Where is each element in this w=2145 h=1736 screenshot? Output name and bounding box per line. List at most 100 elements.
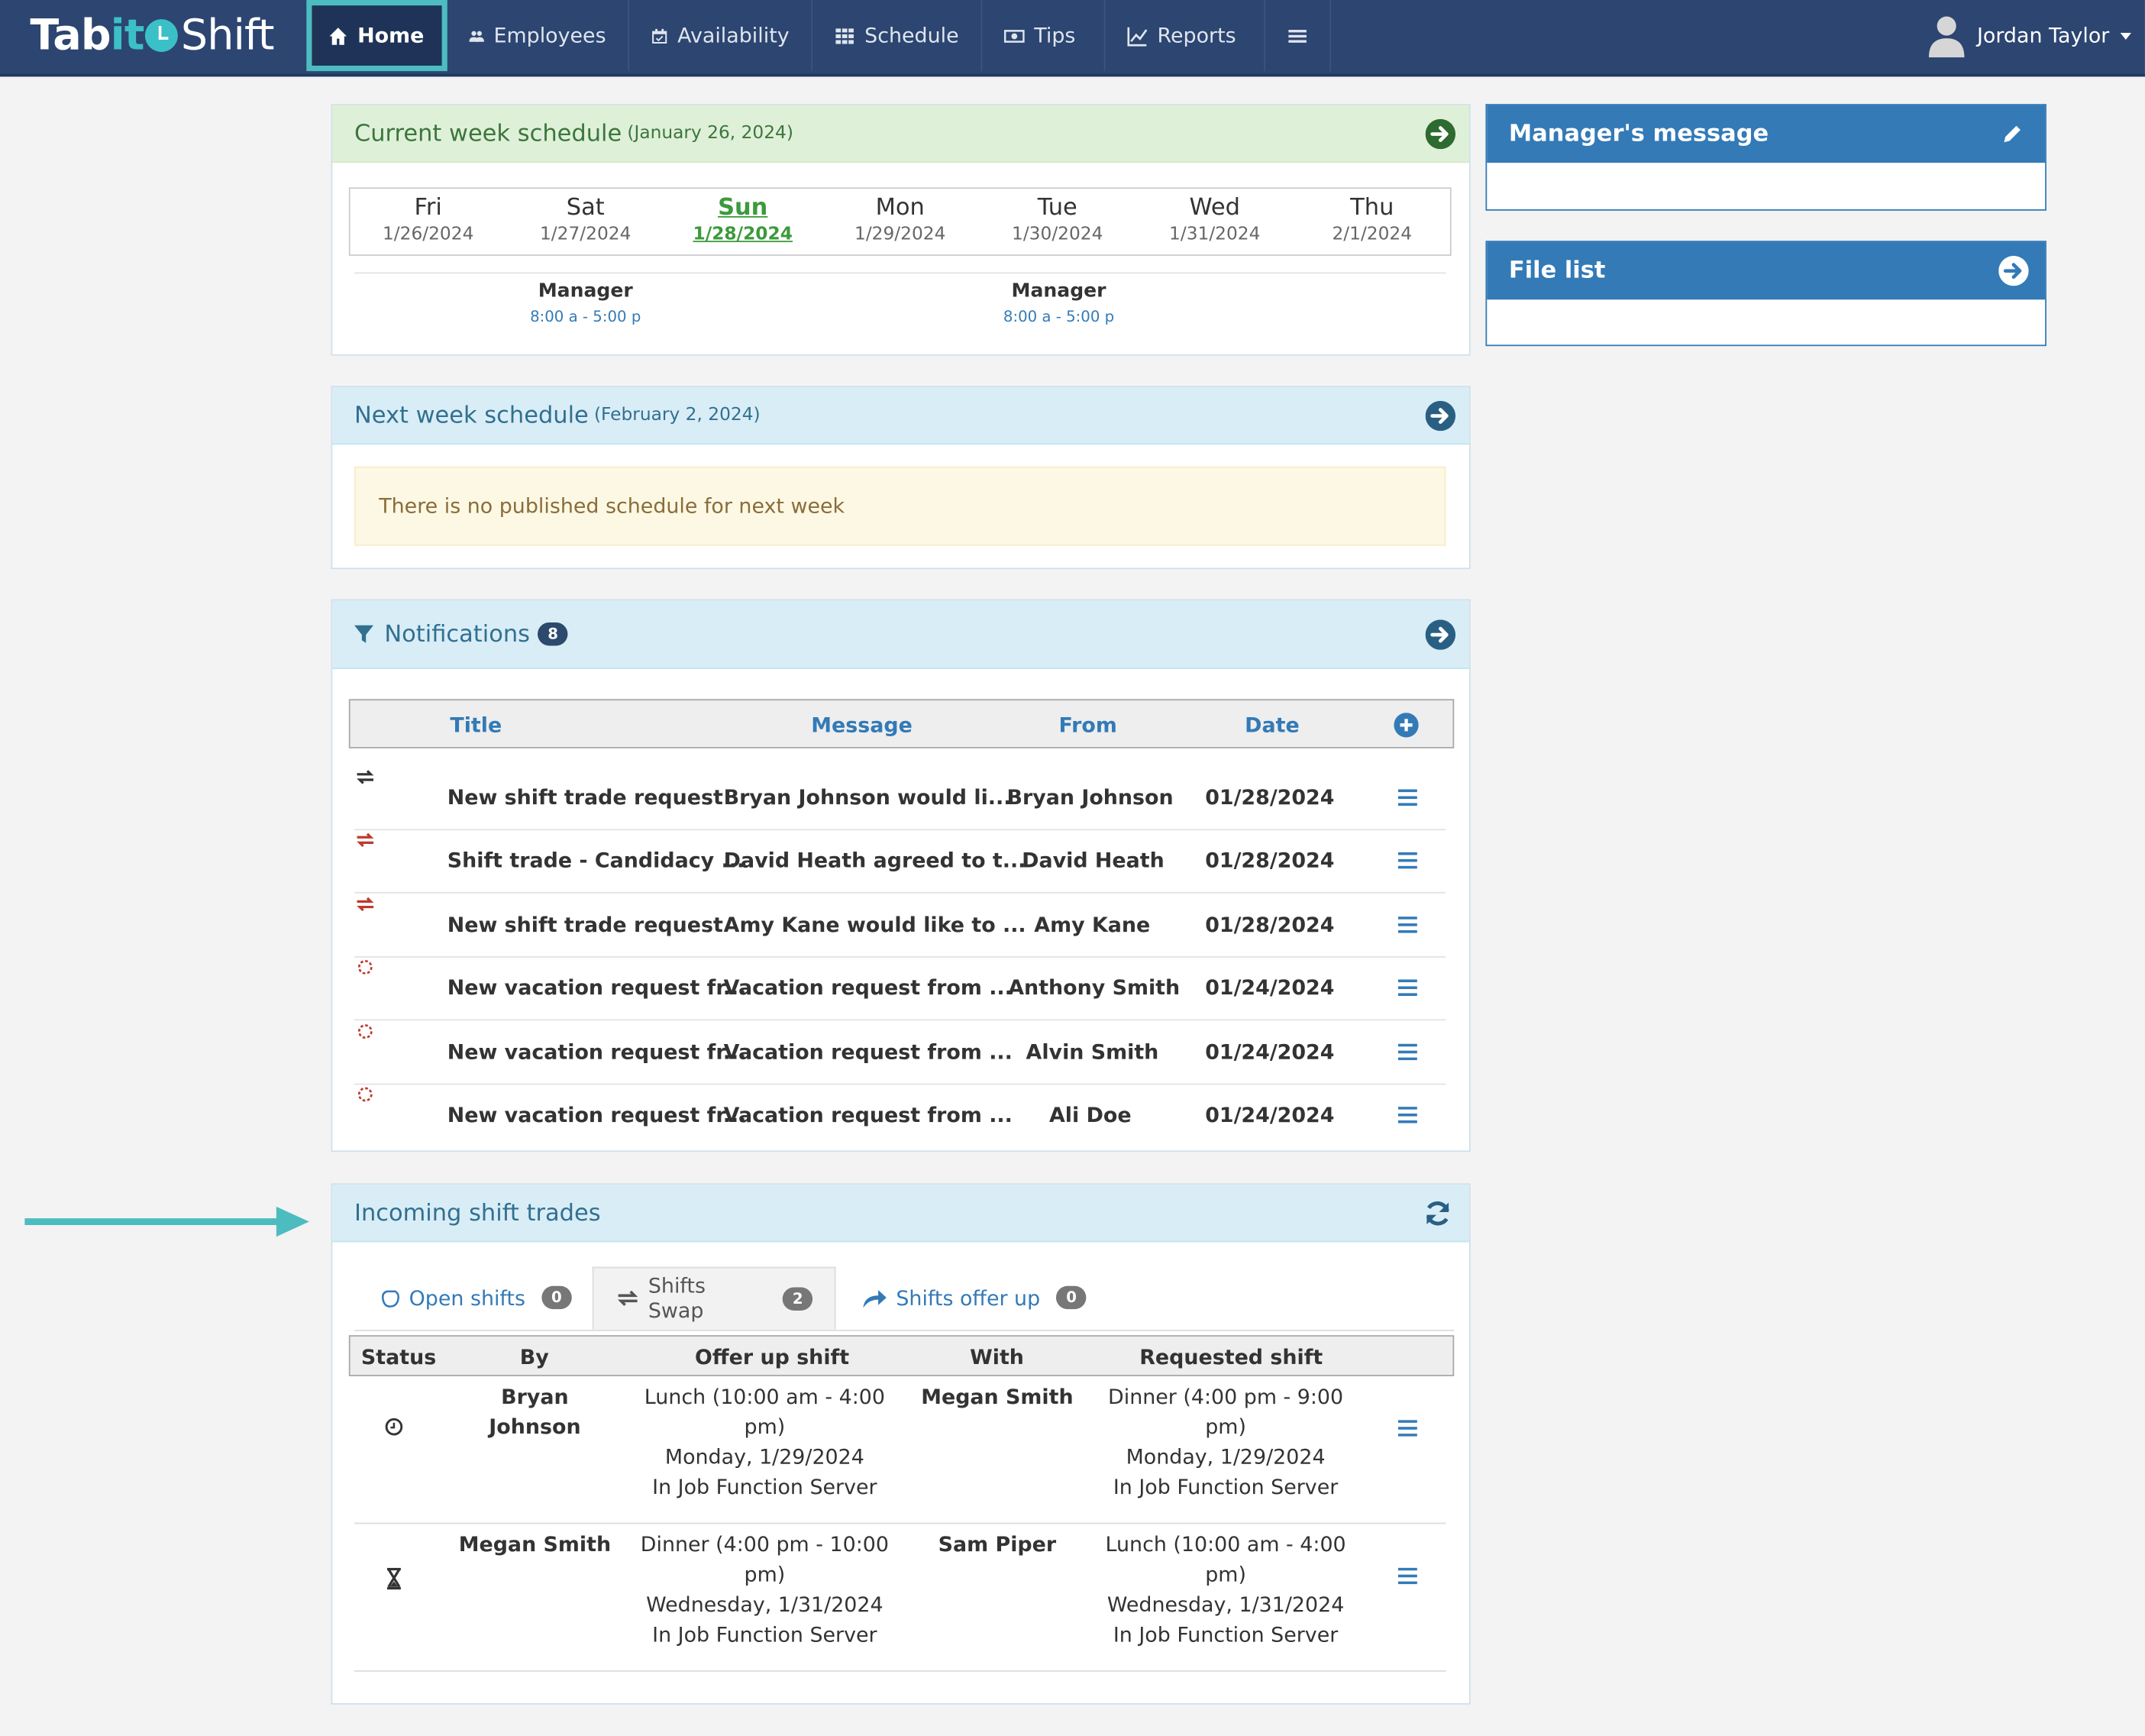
arrow-right-icon[interactable] (1425, 619, 1456, 649)
nav-availability[interactable]: Availability (629, 0, 813, 72)
shift-trade-row[interactable]: Bryan Johnson Lunch (10:00 am - 4:00 pm)… (354, 1376, 1446, 1524)
notification-row[interactable]: Shift trade - Candidacy ... David Heath … (354, 830, 1446, 894)
notification-row[interactable]: New shift trade request Amy Kane would l… (354, 894, 1446, 958)
grid-icon (835, 27, 854, 44)
notification-title: New shift trade request (447, 912, 723, 937)
arrow-right-icon[interactable] (1425, 399, 1456, 431)
shift-trade-tabs: Open shifts 0 Shifts Swap 2 Shifts offer… (354, 1266, 1455, 1331)
row-menu-icon[interactable] (1397, 1043, 1417, 1061)
arrow-right-icon[interactable] (1425, 118, 1456, 149)
notification-message: David Heath agreed to t... (723, 848, 1026, 873)
shift-line: In Job Function Server (1113, 1622, 1339, 1647)
arrow-right-icon[interactable] (1998, 255, 2029, 286)
no-schedule-alert: There is no published schedule for next … (354, 466, 1446, 546)
day-header[interactable]: Tue 1/30/2024 (989, 194, 1126, 244)
column-message[interactable]: Message (811, 713, 913, 737)
notification-row[interactable]: New vacation request fr... Vacation requ… (354, 1022, 1446, 1085)
column-title[interactable]: Title (450, 713, 502, 737)
notification-message: Vacation request from ... (723, 1039, 1013, 1065)
tab-shifts-offer-up[interactable]: Shifts offer up 0 (861, 1267, 1087, 1329)
line-chart-icon (1127, 26, 1148, 46)
notification-title: New vacation request fr... (447, 1102, 747, 1127)
nav-schedule[interactable]: Schedule (812, 0, 983, 72)
current-week-header: Current week schedule (January 26, 2024) (332, 105, 1469, 163)
shift-line: In Job Function Server (1113, 1474, 1339, 1500)
shift-line: Wednesday, 1/31/2024 (1106, 1592, 1345, 1618)
current-week-panel: Current week schedule (January 26, 2024)… (331, 104, 1471, 356)
day-name: Tue (1037, 194, 1077, 222)
shift-entry[interactable]: Manager 8:00 a - 5:00 p (489, 280, 681, 325)
nav-home-label: Home (357, 23, 425, 48)
managers-message-title: Manager's message (1508, 120, 1769, 148)
shift-line: Monday, 1/29/2024 (664, 1444, 864, 1469)
sun-icon (357, 1087, 373, 1102)
notification-from: Amy Kane (1034, 912, 1151, 937)
notification-date: 01/28/2024 (1205, 912, 1335, 937)
tab-label: Shifts Swap (648, 1273, 706, 1324)
swap-icon (357, 897, 374, 912)
row-menu-icon[interactable] (1397, 789, 1417, 807)
week-days-row: Fri 1/26/2024 Sat 1/27/2024 Sun 1/28/2024 M… (348, 187, 1452, 256)
day-header[interactable]: Wed 1/31/2024 (1146, 194, 1283, 244)
logo-text-tab: Tab (30, 11, 111, 60)
swap-icon (357, 770, 374, 784)
row-menu-icon[interactable] (1397, 1567, 1417, 1585)
notification-message: Bryan Johnson would li... (723, 785, 1012, 810)
hourglass-icon (386, 1567, 401, 1590)
shift-line: pm) (1205, 1562, 1246, 1587)
day-header[interactable]: Thu 2/1/2024 (1303, 194, 1440, 244)
shift-trade-row[interactable]: Megan Smith Dinner (4:00 pm - 10:00 pm) … (354, 1524, 1446, 1672)
current-week-title: Current week schedule (354, 119, 622, 147)
notification-row[interactable]: New shift trade request Bryan Johnson wo… (354, 768, 1446, 831)
nav-tips-label: Tips (1034, 23, 1076, 48)
nav-employees[interactable]: Employees (447, 0, 630, 72)
shift-line: pm) (1205, 1414, 1246, 1440)
users-icon (469, 30, 484, 41)
hand-icon (382, 1289, 399, 1307)
tabit-shift-logo[interactable]: Tab it Shift (30, 8, 274, 63)
file-list-panel: File list (1485, 241, 2046, 347)
tab-open-shifts[interactable]: Open shifts 0 (379, 1267, 572, 1329)
add-circle-icon[interactable] (1394, 713, 1419, 738)
row-menu-icon[interactable] (1397, 852, 1417, 869)
nav-more-menu[interactable] (1265, 0, 1332, 72)
day-name: Wed (1189, 194, 1240, 222)
nav-employees-label: Employees (493, 23, 606, 48)
money-icon (1003, 29, 1025, 42)
column-date[interactable]: Date (1245, 713, 1300, 737)
row-menu-icon[interactable] (1397, 916, 1417, 933)
next-week-header: Next week schedule (February 2, 2024) (332, 386, 1469, 445)
user-menu[interactable]: Jordan Taylor (1928, 0, 2132, 71)
shift-line: Wednesday, 1/31/2024 (646, 1592, 884, 1618)
shift-entry[interactable]: Manager 8:00 a - 5:00 p (963, 280, 1155, 325)
home-icon (329, 27, 347, 44)
notification-from: Anthony Smith (1008, 975, 1181, 1001)
shift-trades-panel: Incoming shift trades Open shifts 0 Shif… (331, 1183, 1471, 1705)
tab-shifts-swap[interactable]: Shifts Swap 2 (592, 1266, 836, 1330)
notifications-table-header: Title Message From Date (348, 699, 1455, 748)
column-from[interactable]: From (1059, 713, 1117, 737)
notification-message: Vacation request from ... (723, 1102, 1013, 1127)
shift-line: Monday, 1/29/2024 (1126, 1444, 1326, 1469)
notification-row[interactable]: New vacation request fr... Vacation requ… (354, 1085, 1446, 1147)
day-header[interactable]: Sat 1/27/2024 (517, 194, 654, 244)
share-arrow-icon (863, 1289, 887, 1308)
filter-icon[interactable] (354, 624, 374, 644)
trade-offer-shift: Dinner (4:00 pm - 10:00 pm) Wednesday, 1… (628, 1530, 901, 1650)
notifications-header: Notifications 8 (332, 600, 1469, 669)
pencil-icon[interactable] (2001, 123, 2024, 145)
notification-row[interactable]: New vacation request fr... Vacation requ… (354, 958, 1446, 1021)
next-week-title: Next week schedule (354, 401, 589, 429)
row-menu-icon[interactable] (1397, 979, 1417, 996)
nav-home[interactable]: Home (306, 0, 447, 72)
notification-from: Ali Doe (1049, 1102, 1132, 1127)
day-header[interactable]: Mon 1/29/2024 (832, 194, 968, 244)
nav-reports[interactable]: Reports (1105, 0, 1266, 72)
row-menu-icon[interactable] (1397, 1420, 1417, 1437)
day-header[interactable]: Fri 1/26/2024 (360, 194, 496, 244)
day-header-today[interactable]: Sun 1/28/2024 (674, 194, 811, 244)
day-date: 1/30/2024 (1012, 224, 1103, 245)
nav-tips[interactable]: Tips (982, 0, 1106, 72)
refresh-icon[interactable] (1423, 1198, 1452, 1227)
row-menu-icon[interactable] (1397, 1107, 1417, 1123)
